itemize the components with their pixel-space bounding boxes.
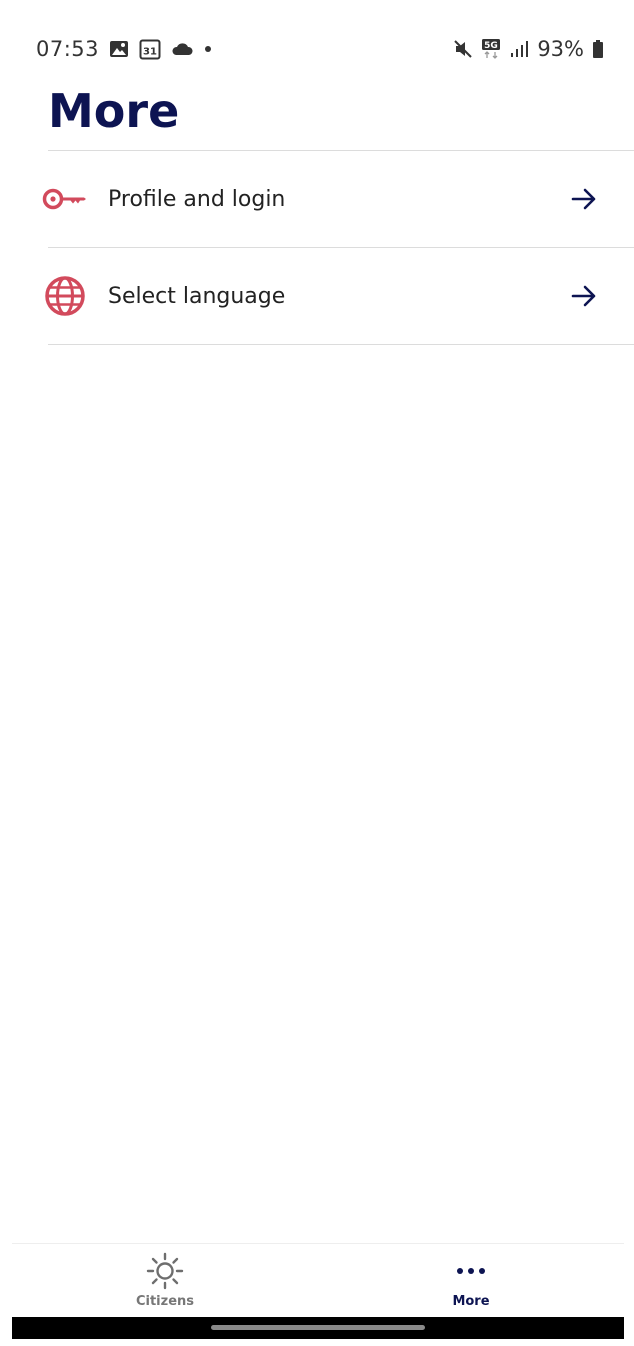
calendar-day: 31 bbox=[143, 47, 157, 58]
arrow-right-icon bbox=[570, 282, 598, 310]
status-bar: 07:53 31 5G 93% bbox=[0, 0, 634, 96]
tab-more-label: More bbox=[452, 1294, 490, 1309]
page-title: More bbox=[48, 84, 180, 138]
battery-percentage: 93% bbox=[537, 37, 584, 61]
image-icon bbox=[109, 39, 129, 59]
bottom-nav: Citizens More bbox=[12, 1243, 624, 1318]
dot-icon bbox=[203, 44, 213, 54]
calendar-icon: 31 bbox=[139, 38, 161, 60]
signal-icon bbox=[509, 39, 529, 59]
globe-icon bbox=[42, 274, 88, 318]
tab-citizens[interactable]: Citizens bbox=[65, 1244, 265, 1318]
status-time: 07:53 bbox=[36, 37, 100, 61]
profile-and-login-label: Profile and login bbox=[108, 186, 286, 212]
select-language-item[interactable]: Select language bbox=[45, 248, 634, 344]
home-gesture-handle[interactable] bbox=[211, 1325, 425, 1330]
cloud-icon bbox=[171, 41, 193, 57]
divider bbox=[48, 344, 634, 345]
network-type: 5G bbox=[484, 41, 498, 51]
sun-icon bbox=[146, 1252, 184, 1290]
system-navigation-bar bbox=[12, 1317, 624, 1339]
status-left: 07:53 31 bbox=[36, 36, 213, 62]
menu-list: Profile and login Select language bbox=[42, 150, 634, 345]
battery-icon bbox=[592, 39, 604, 59]
status-right: 5G 93% bbox=[453, 36, 604, 62]
tab-more[interactable]: More bbox=[371, 1244, 571, 1318]
arrow-right-icon bbox=[570, 185, 598, 213]
5g-icon: 5G bbox=[481, 38, 501, 60]
profile-and-login-item[interactable]: Profile and login bbox=[42, 151, 634, 247]
mute-icon bbox=[453, 39, 473, 59]
more-dots-icon bbox=[456, 1254, 486, 1288]
tab-citizens-label: Citizens bbox=[135, 1294, 195, 1309]
key-icon bbox=[42, 177, 88, 221]
select-language-label: Select language bbox=[108, 283, 286, 309]
